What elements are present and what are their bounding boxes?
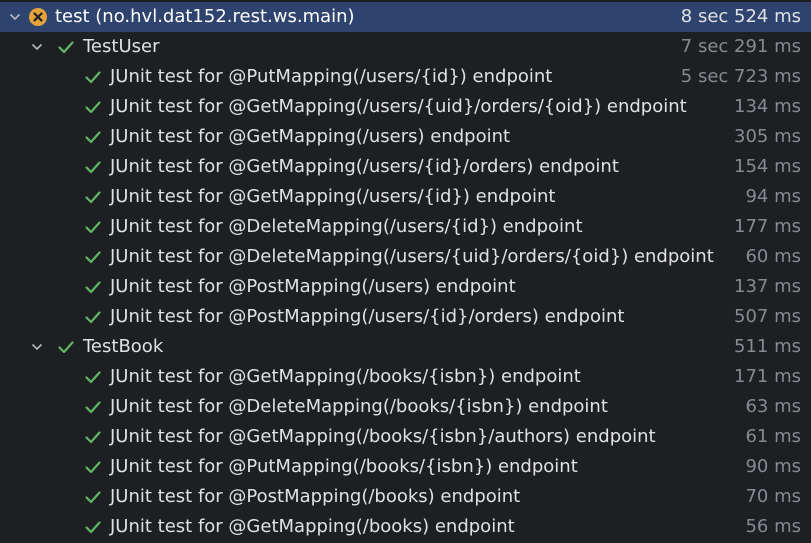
test-row[interactable]: JUnit test for @PostMapping(/users) endp… bbox=[0, 272, 811, 302]
test-duration: 61 ms bbox=[745, 426, 801, 447]
test-row[interactable]: JUnit test for @PostMapping(/users/{id}/… bbox=[0, 302, 811, 332]
check-icon bbox=[83, 517, 103, 537]
test-label: JUnit test for @GetMapping(/users/{uid}/… bbox=[110, 96, 687, 117]
check-icon bbox=[83, 427, 103, 447]
check-icon bbox=[83, 127, 103, 147]
check-icon bbox=[83, 307, 103, 327]
test-duration: 56 ms bbox=[745, 516, 801, 537]
check-icon bbox=[83, 187, 103, 207]
chevron-down-icon[interactable] bbox=[30, 340, 44, 354]
check-icon bbox=[83, 247, 103, 267]
test-label: JUnit test for @PostMapping(/books) endp… bbox=[110, 486, 521, 507]
check-icon bbox=[83, 157, 103, 177]
test-row[interactable]: JUnit test for @GetMapping(/users/{uid}/… bbox=[0, 92, 811, 122]
check-icon bbox=[83, 457, 103, 477]
suite-label: TestUser bbox=[83, 36, 160, 57]
check-icon bbox=[83, 367, 103, 387]
check-icon bbox=[83, 97, 103, 117]
test-duration: 94 ms bbox=[745, 186, 801, 207]
test-label: JUnit test for @GetMapping(/books/{isbn}… bbox=[110, 366, 581, 387]
test-root-row[interactable]: test (no.hvl.dat152.rest.ws.main) 8 sec … bbox=[0, 2, 811, 32]
test-duration: 177 ms bbox=[734, 216, 801, 237]
test-row[interactable]: JUnit test for @GetMapping(/books) endpo… bbox=[0, 512, 811, 542]
test-row[interactable]: JUnit test for @PutMapping(/users/{id}) … bbox=[0, 62, 811, 92]
test-root-label: test (no.hvl.dat152.rest.ws.main) bbox=[55, 6, 355, 27]
test-root-duration: 8 sec 524 ms bbox=[680, 6, 801, 27]
test-label: JUnit test for @GetMapping(/books) endpo… bbox=[110, 516, 515, 537]
check-icon bbox=[56, 37, 76, 57]
test-results-tree: test (no.hvl.dat152.rest.ws.main) 8 sec … bbox=[0, 0, 811, 543]
test-duration: 63 ms bbox=[745, 396, 801, 417]
suite-duration: 511 ms bbox=[734, 336, 801, 357]
test-label: JUnit test for @DeleteMapping(/users/{ui… bbox=[110, 246, 714, 267]
suite-duration: 7 sec 291 ms bbox=[680, 36, 801, 57]
test-duration: 134 ms bbox=[734, 96, 801, 117]
suite-label: TestBook bbox=[83, 336, 164, 357]
test-duration: 507 ms bbox=[734, 306, 801, 327]
test-duration: 70 ms bbox=[745, 486, 801, 507]
check-icon bbox=[83, 487, 103, 507]
test-row[interactable]: JUnit test for @GetMapping(/users) endpo… bbox=[0, 122, 811, 152]
test-row[interactable]: JUnit test for @GetMapping(/books/{isbn}… bbox=[0, 362, 811, 392]
check-icon bbox=[83, 67, 103, 87]
suite-row-testuser[interactable]: TestUser 7 sec 291 ms bbox=[0, 32, 811, 62]
test-label: JUnit test for @PostMapping(/users) endp… bbox=[110, 276, 516, 297]
test-label: JUnit test for @GetMapping(/users/{id}) … bbox=[110, 186, 556, 207]
chevron-down-icon[interactable] bbox=[8, 10, 22, 24]
check-icon bbox=[56, 337, 76, 357]
check-icon bbox=[83, 217, 103, 237]
check-icon bbox=[83, 397, 103, 417]
test-row[interactable]: JUnit test for @DeleteMapping(/books/{is… bbox=[0, 392, 811, 422]
test-row[interactable]: JUnit test for @GetMapping(/users/{id}) … bbox=[0, 182, 811, 212]
test-duration: 305 ms bbox=[734, 126, 801, 147]
test-row[interactable]: JUnit test for @PostMapping(/books) endp… bbox=[0, 482, 811, 512]
test-label: JUnit test for @PutMapping(/books/{isbn}… bbox=[110, 456, 578, 477]
error-x-icon bbox=[28, 7, 48, 27]
test-label: JUnit test for @PostMapping(/users/{id}/… bbox=[110, 306, 625, 327]
suite-row-testbook[interactable]: TestBook 511 ms bbox=[0, 332, 811, 362]
test-label: JUnit test for @DeleteMapping(/users/{id… bbox=[110, 216, 583, 237]
test-label: JUnit test for @GetMapping(/users/{id}/o… bbox=[110, 156, 619, 177]
chevron-down-icon[interactable] bbox=[30, 40, 44, 54]
test-row[interactable]: JUnit test for @DeleteMapping(/users/{id… bbox=[0, 212, 811, 242]
test-label: JUnit test for @DeleteMapping(/books/{is… bbox=[110, 396, 608, 417]
test-row[interactable]: JUnit test for @GetMapping(/books/{isbn}… bbox=[0, 422, 811, 452]
test-row[interactable]: JUnit test for @GetMapping(/users/{id}/o… bbox=[0, 152, 811, 182]
check-icon bbox=[83, 277, 103, 297]
test-row[interactable]: JUnit test for @PutMapping(/books/{isbn}… bbox=[0, 452, 811, 482]
test-duration: 90 ms bbox=[745, 456, 801, 477]
test-row[interactable]: JUnit test for @DeleteMapping(/users/{ui… bbox=[0, 242, 811, 272]
test-label: JUnit test for @GetMapping(/users) endpo… bbox=[110, 126, 511, 147]
test-duration: 5 sec 723 ms bbox=[680, 66, 801, 87]
test-label: JUnit test for @GetMapping(/books/{isbn}… bbox=[110, 426, 656, 447]
test-duration: 154 ms bbox=[734, 156, 801, 177]
test-duration: 60 ms bbox=[745, 246, 801, 267]
test-duration: 137 ms bbox=[734, 276, 801, 297]
test-duration: 171 ms bbox=[734, 366, 801, 387]
test-label: JUnit test for @PutMapping(/users/{id}) … bbox=[110, 66, 553, 87]
